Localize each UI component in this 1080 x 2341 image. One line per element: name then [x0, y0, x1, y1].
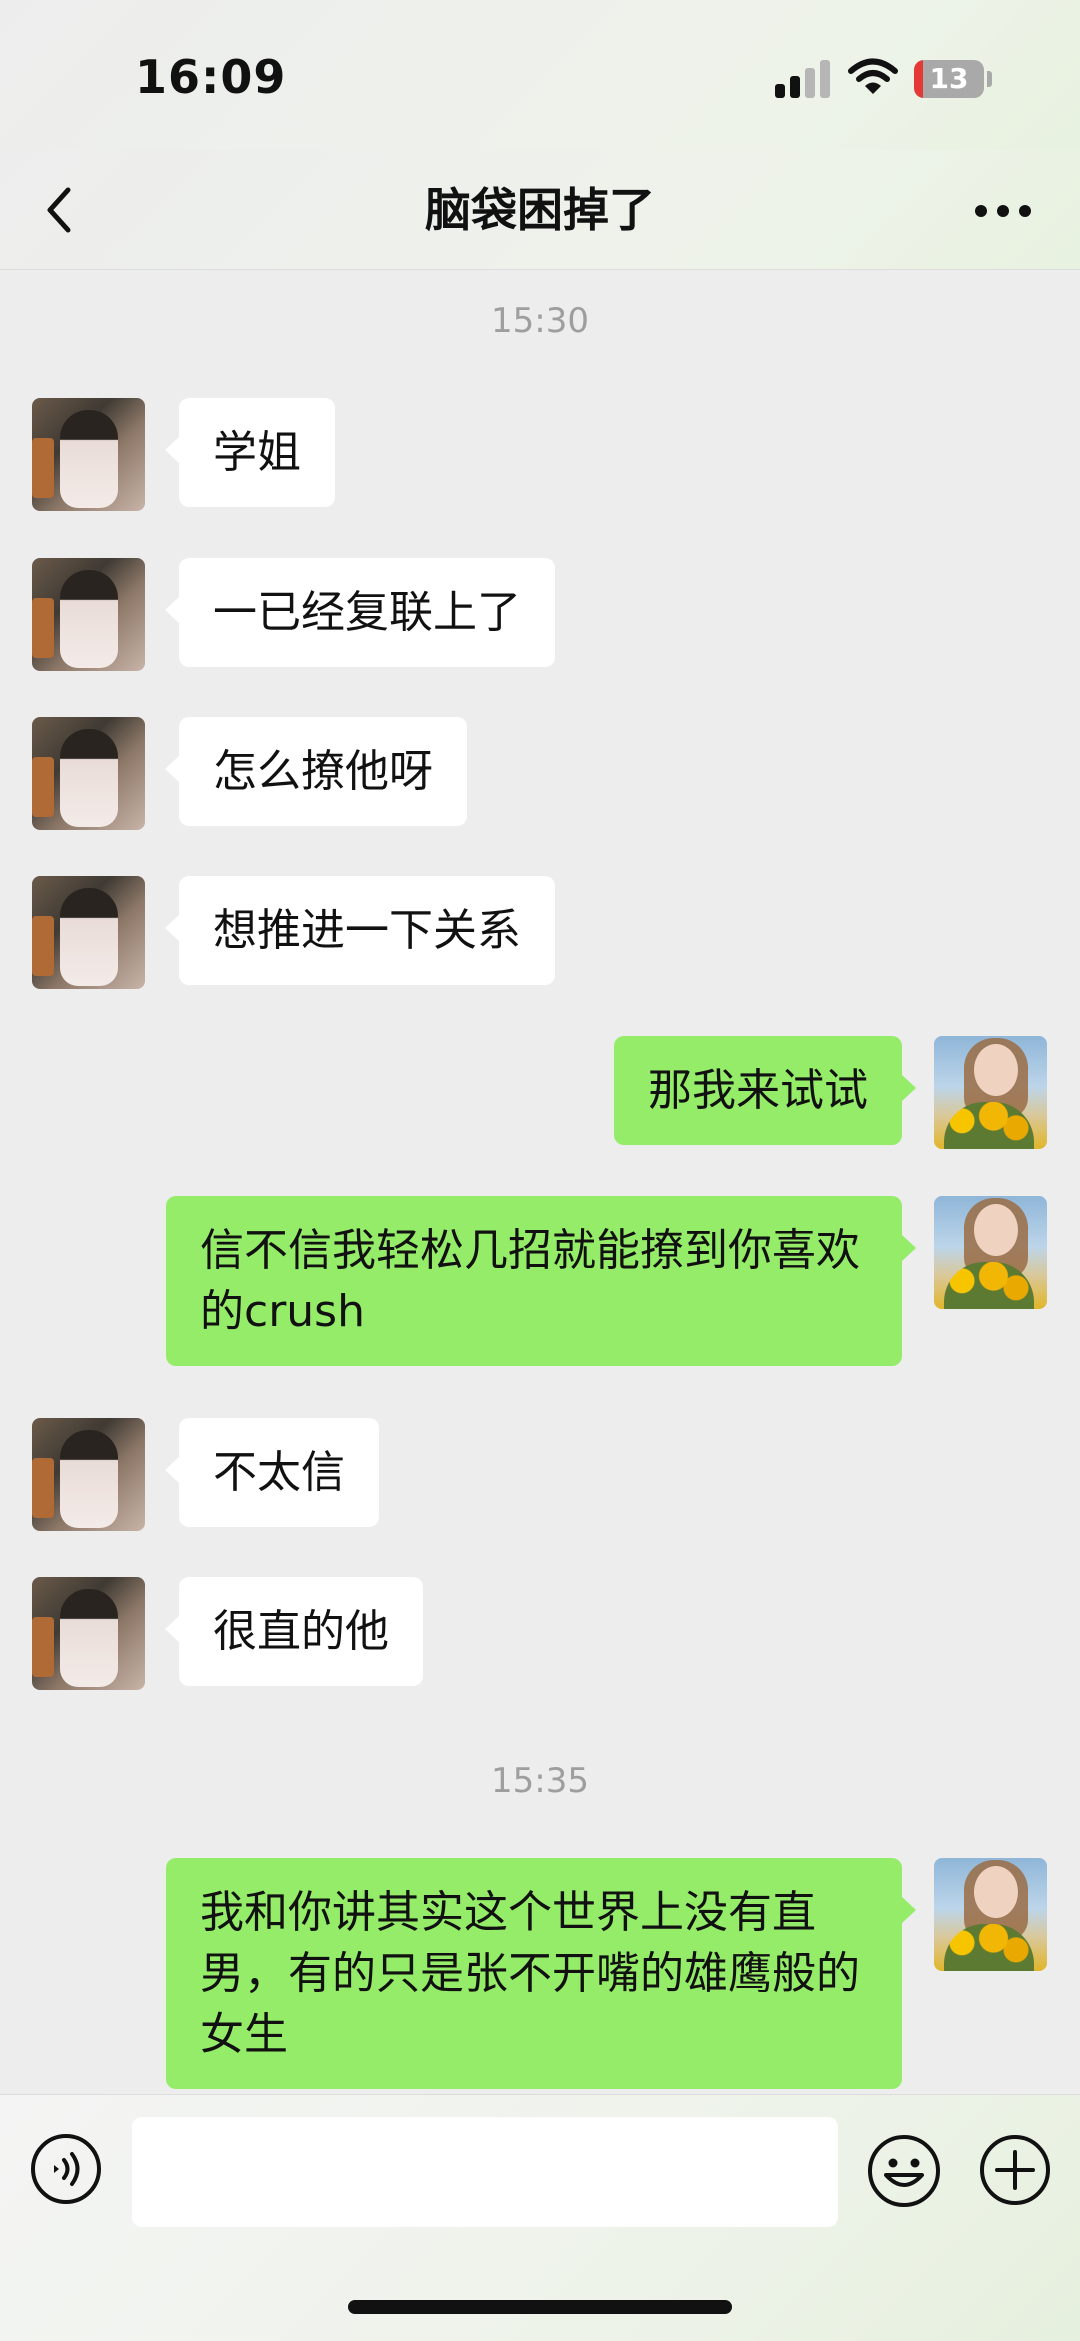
timestamp: 15:30	[491, 301, 589, 341]
wifi-icon	[848, 58, 898, 94]
my-avatar[interactable]	[934, 1858, 1047, 1971]
plus-icon[interactable]	[978, 2133, 1052, 2207]
emoji-icon[interactable]	[866, 2133, 942, 2209]
received-message-bubble[interactable]: 很直的他	[165, 1577, 423, 1686]
ellipsis-icon[interactable]	[975, 205, 1031, 219]
battery-icon: 13	[914, 60, 984, 98]
home-indicator[interactable]	[348, 2300, 732, 2314]
battery-tip	[987, 71, 992, 87]
sent-message-bubble[interactable]: 信不信我轻松几招就能撩到你喜欢的crush	[166, 1196, 916, 1366]
my-avatar[interactable]	[934, 1036, 1047, 1149]
signal-icon	[775, 60, 833, 98]
received-message-bubble[interactable]: 想推进一下关系	[165, 876, 555, 985]
contact-avatar[interactable]	[32, 717, 145, 830]
contact-avatar[interactable]	[32, 876, 145, 989]
contact-avatar[interactable]	[32, 1577, 145, 1690]
contact-avatar[interactable]	[32, 1418, 145, 1531]
sent-message-bubble[interactable]: 我和你讲其实这个世界上没有直男，有的只是张不开嘴的雄鹰般的女生	[166, 1858, 916, 2089]
timestamp: 15:35	[491, 1761, 589, 1801]
sent-message-bubble[interactable]: 那我来试试	[614, 1036, 916, 1145]
battery-level-text: 13	[929, 62, 969, 95]
voice-icon[interactable]	[30, 2133, 102, 2205]
chat-messages[interactable]: 15:30 学姐 一已经复联上了 怎么撩他呀 想推进一下关系 那我来试试 信不信…	[0, 271, 1080, 2094]
my-avatar[interactable]	[934, 1196, 1047, 1309]
received-message-bubble[interactable]: 不太信	[165, 1418, 379, 1527]
status-time: 16:09	[135, 50, 287, 104]
message-input[interactable]	[132, 2117, 838, 2227]
received-message-bubble[interactable]: 学姐	[165, 398, 335, 507]
received-message-bubble[interactable]: 怎么撩他呀	[165, 717, 467, 826]
contact-avatar[interactable]	[32, 398, 145, 511]
chat-title: 脑袋困掉了	[425, 183, 655, 237]
nav-bar: 脑袋困掉了	[0, 150, 1080, 270]
status-bar: 16:09 13	[0, 0, 1080, 150]
contact-avatar[interactable]	[32, 558, 145, 671]
chevron-left-icon[interactable]	[38, 180, 82, 240]
received-message-bubble[interactable]: 一已经复联上了	[165, 558, 555, 667]
